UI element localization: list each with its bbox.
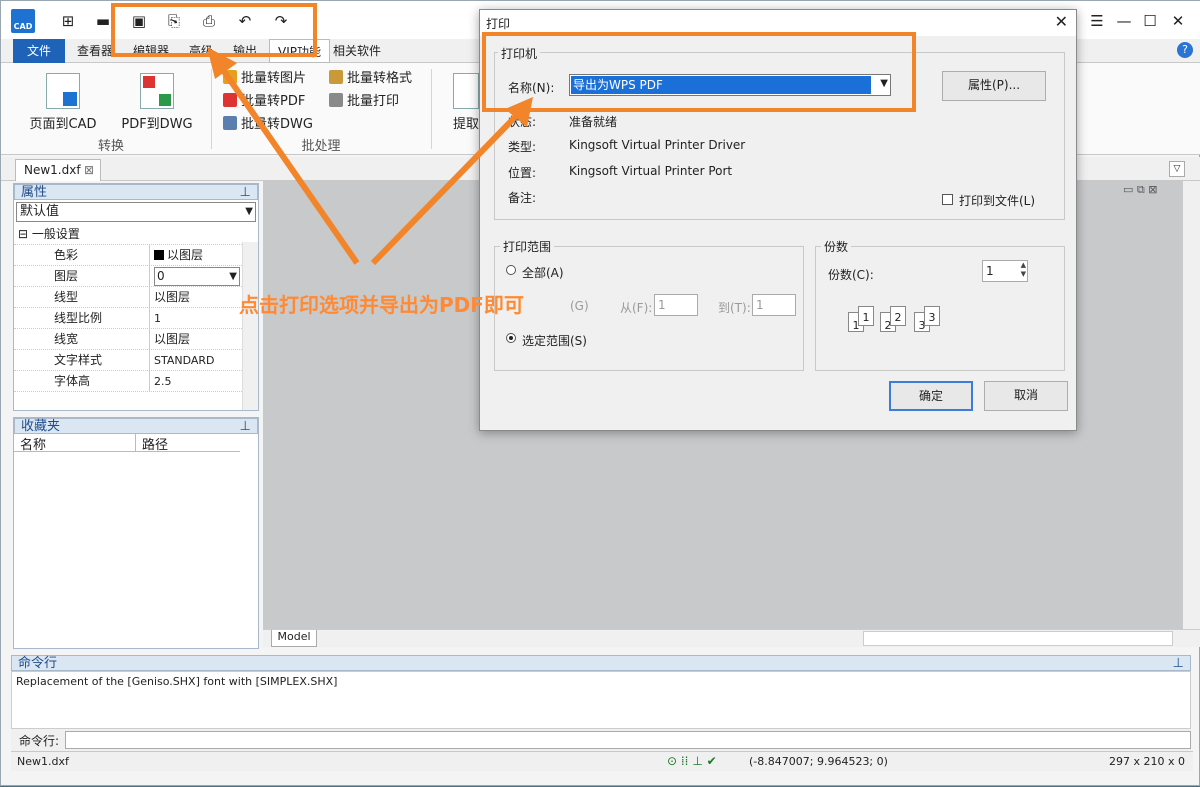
annotation-arrowhead-left [207, 47, 237, 79]
annotation-arrow-right [370, 110, 522, 266]
app-window: CAD ⊞ ▬ ▣ ⎘ ⎙ ↶ ↷ ☰ — ☐ ✕ 文件 查看器 编辑器 高级 … [0, 0, 1200, 786]
annotation-arrows [207, 47, 533, 266]
annotation-caption: 点击打印选项并导出为PDF即可 [239, 293, 524, 317]
annotation-arrow-left [218, 65, 360, 265]
